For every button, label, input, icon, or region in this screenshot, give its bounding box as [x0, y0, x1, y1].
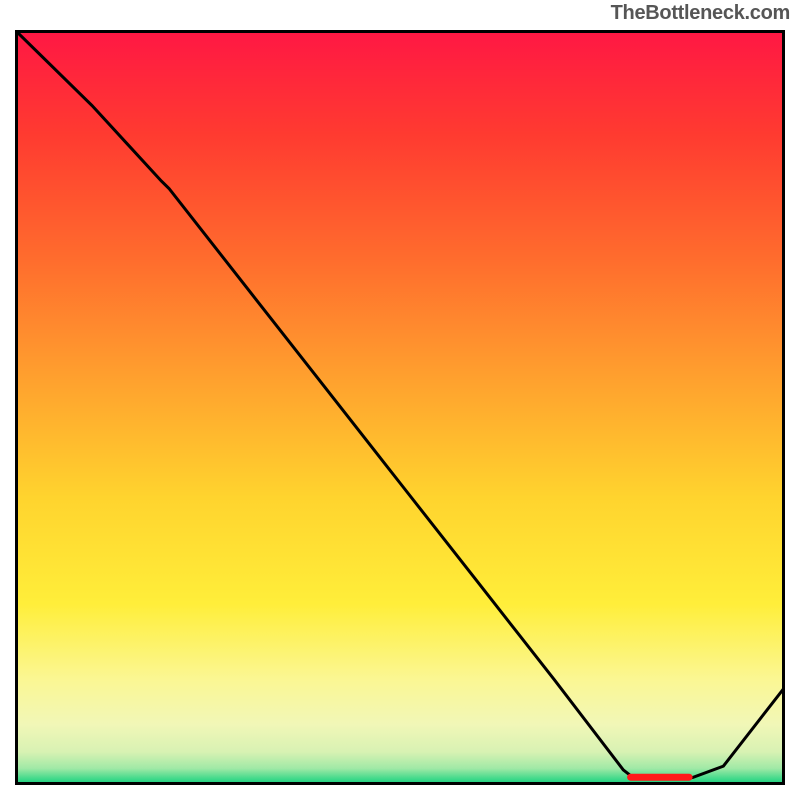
gradient-background — [15, 30, 785, 785]
attribution-text: TheBottleneck.com — [611, 2, 790, 25]
optimum-marker — [627, 774, 693, 781]
chart-svg — [15, 30, 785, 785]
chart — [15, 30, 785, 785]
figure-container: { "attribution": "TheBottleneck.com", "c… — [0, 0, 800, 800]
